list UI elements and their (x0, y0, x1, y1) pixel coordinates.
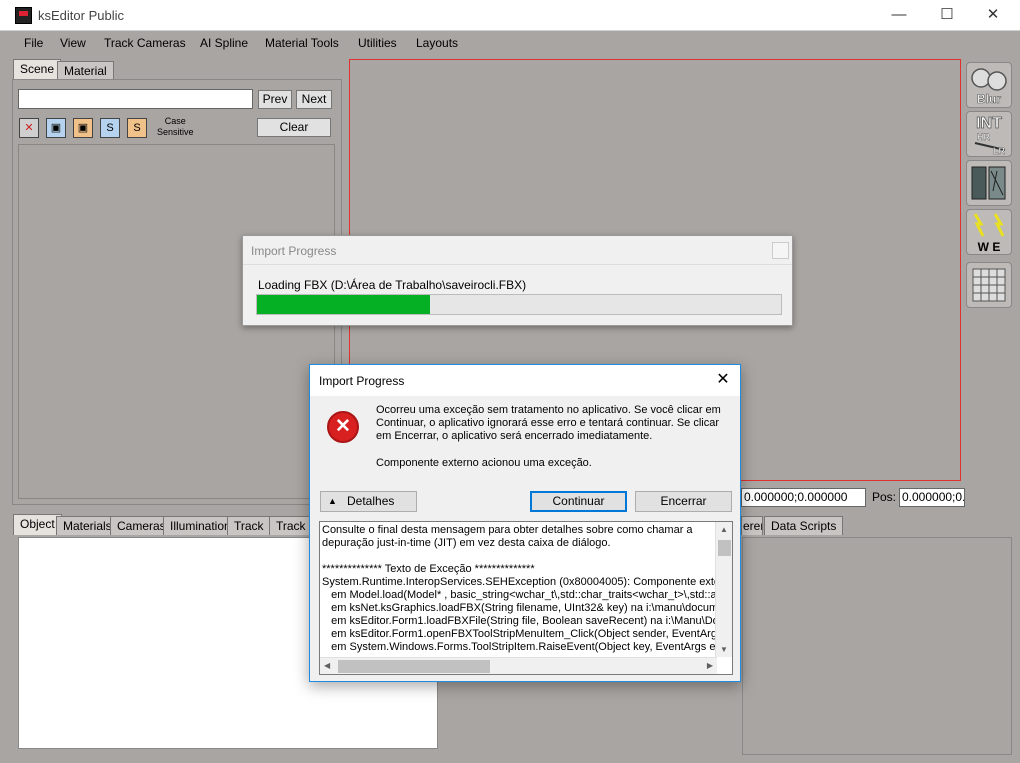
exception-details-textbox[interactable]: Consulte o final desta mensagem para obt… (319, 521, 733, 675)
minimize-button[interactable]: — (876, 0, 922, 31)
int-tool-label: INT (976, 115, 1002, 132)
exception-close-button[interactable]: ✕ (710, 367, 736, 393)
svg-text:LR: LR (993, 146, 1005, 156)
scroll-up-icon[interactable]: ▲ (720, 525, 728, 534)
horizontal-scroll-thumb[interactable] (338, 660, 490, 673)
close-button[interactable]: ✕ (970, 0, 1016, 31)
cube-s-icon[interactable]: S (100, 118, 120, 138)
progress-bar (256, 294, 782, 315)
tab-track-c[interactable]: Track C (269, 516, 311, 535)
clear-button[interactable]: Clear (257, 118, 331, 137)
progress-label: Loading FBX (D:\Área de Trabalho\saveiro… (258, 278, 527, 292)
main-window: ksEditor Public — ☐ ✕ File View Track Ca… (0, 0, 1020, 763)
maximize-button[interactable]: ☐ (924, 0, 970, 31)
int-hr-lr-tool-button[interactable]: INT HR LR (966, 111, 1012, 157)
exception-dialog-titlebar: Import Progress ✕ (310, 365, 740, 396)
title-bar: ksEditor Public — ☐ ✕ (0, 0, 1020, 31)
texture-panels-icon (971, 166, 1006, 200)
menu-material-tools[interactable]: Material Tools (265, 36, 339, 50)
vertical-scrollbar[interactable]: ▲ ▼ (715, 522, 732, 657)
coord-field[interactable]: 0.000000;0.000000 (741, 488, 866, 507)
import-progress-dialog: Import Progress Loading FBX (D:\Área de … (242, 235, 793, 326)
data-scripts-panel[interactable] (742, 537, 1012, 755)
texture-tool-button[interactable] (966, 160, 1012, 206)
w-e-lightning-icon: W E (973, 213, 1005, 254)
menu-ai-spline[interactable]: AI Spline (200, 36, 248, 50)
next-button[interactable]: Next (296, 90, 332, 109)
tab-scene[interactable]: Scene (13, 59, 62, 80)
window-title: ksEditor Public (38, 8, 124, 23)
blur-gauge-icon: Blur (971, 68, 1007, 106)
scroll-down-icon[interactable]: ▼ (720, 645, 728, 654)
cube-s-orange-icon[interactable]: S (127, 118, 147, 138)
case-sensitive-label: Case Sensitive (157, 116, 194, 137)
scroll-right-icon[interactable]: ▶ (707, 661, 713, 670)
exception-dialog: Import Progress ✕ ✕ Ocorreu uma exceção … (309, 364, 741, 682)
exception-dialog-title: Import Progress (319, 374, 405, 388)
vertical-scroll-thumb[interactable] (718, 540, 731, 556)
error-icon: ✕ (327, 411, 359, 443)
axis-icon[interactable]: ✕ (19, 118, 39, 138)
svg-text:HR: HR (977, 132, 990, 142)
tab-object[interactable]: Object (13, 514, 62, 535)
int-hr-lr-icon: INT HR LR (974, 115, 1006, 156)
tab-material[interactable]: Material (57, 61, 114, 80)
quit-button[interactable]: Encerrar (635, 491, 732, 512)
menu-layouts[interactable]: Layouts (416, 36, 458, 50)
exception-message: Ocorreu uma exceção sem tratamento no ap… (376, 404, 721, 442)
exception-details-text: Consulte o final desta mensagem para obt… (322, 524, 716, 653)
blur-tool-label: Blur (977, 92, 1001, 106)
grid-icon (972, 268, 1006, 302)
blur-tool-button[interactable]: Blur (966, 62, 1012, 108)
progress-close-button[interactable] (772, 242, 789, 259)
grid-tool-button[interactable] (966, 262, 1012, 308)
w-e-tool-label: W E (978, 240, 1001, 254)
continue-button[interactable]: Continuar (530, 491, 627, 512)
tab-track[interactable]: Track (227, 516, 271, 535)
prev-button[interactable]: Prev (258, 90, 292, 109)
pos-field[interactable]: 0.000000;0.0 (899, 488, 965, 507)
progress-separator (243, 264, 792, 265)
cube-orange-icon[interactable]: ▣ (73, 118, 93, 138)
menu-track-cameras[interactable]: Track Cameras (104, 36, 186, 50)
chevron-up-icon: ▲ (328, 496, 337, 506)
details-toggle-button[interactable]: ▲ Detalhes (320, 491, 417, 512)
menu-file[interactable]: File (24, 36, 43, 50)
progress-bar-fill (257, 295, 430, 314)
search-input[interactable] (18, 89, 253, 109)
tab-data-scripts[interactable]: Data Scripts (764, 516, 844, 535)
exception-message-2: Componente externo acionou uma exceção. (376, 457, 592, 469)
cube-icon[interactable]: ▣ (46, 118, 66, 138)
menu-view[interactable]: View (60, 36, 86, 50)
horizontal-scrollbar[interactable]: ◀ ▶ (320, 657, 717, 674)
w-e-tool-button[interactable]: W E (966, 209, 1012, 255)
details-label: Detalhes (347, 494, 395, 508)
progress-dialog-title: Import Progress (251, 244, 337, 258)
menu-bar: File View Track Cameras AI Spline Materi… (0, 31, 1020, 55)
tab-renderer-partial[interactable]: erer (741, 516, 763, 535)
pos-label: Pos: (872, 490, 897, 504)
menu-utilities[interactable]: Utilities (358, 36, 397, 50)
scroll-left-icon[interactable]: ◀ (324, 661, 330, 670)
app-logo-icon (15, 7, 32, 24)
